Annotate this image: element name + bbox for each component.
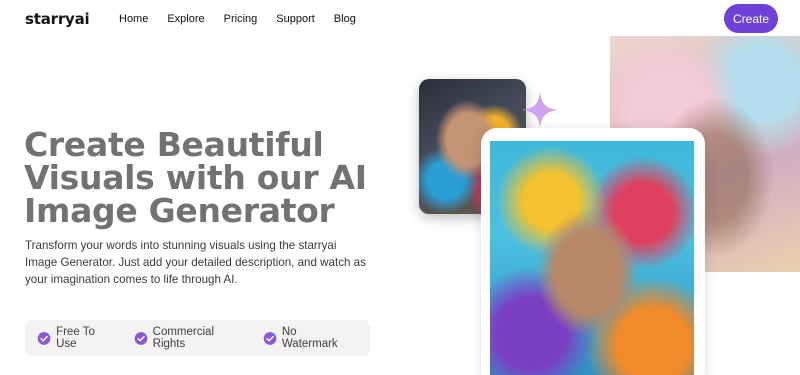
nav-home[interactable]: Home — [119, 12, 148, 26]
main-nav: Home Explore Pricing Support Blog — [119, 12, 375, 26]
feature-label: Free To Use — [56, 326, 95, 350]
create-button[interactable]: Create — [724, 4, 778, 33]
nav-blog[interactable]: Blog — [334, 12, 356, 26]
feature-commercial-rights: Commercial Rights — [134, 326, 244, 350]
check-badge-icon — [37, 331, 51, 345]
feature-no-watermark: No Watermark — [263, 326, 351, 350]
sparkle-icon — [522, 92, 558, 128]
nav-support[interactable]: Support — [276, 12, 315, 26]
feature-free-to-use: Free To Use — [37, 326, 115, 350]
hero-subtitle: Transform your words into stunning visua… — [25, 239, 366, 286]
hero-title: Create Beautiful Visuals with our AI Ima… — [24, 125, 367, 230]
check-badge-icon — [134, 331, 147, 345]
nav-explore[interactable]: Explore — [167, 12, 204, 26]
brand-logo[interactable]: starryai — [25, 10, 90, 28]
feature-label: No Watermark — [281, 326, 338, 350]
nav-pricing[interactable]: Pricing — [224, 12, 258, 26]
man-portrait-image — [490, 141, 694, 375]
check-badge-icon — [263, 331, 277, 345]
features-bar: Free To Use Commercial Rights No Waterma… — [25, 320, 370, 356]
feature-label: Commercial Rights — [152, 326, 214, 350]
